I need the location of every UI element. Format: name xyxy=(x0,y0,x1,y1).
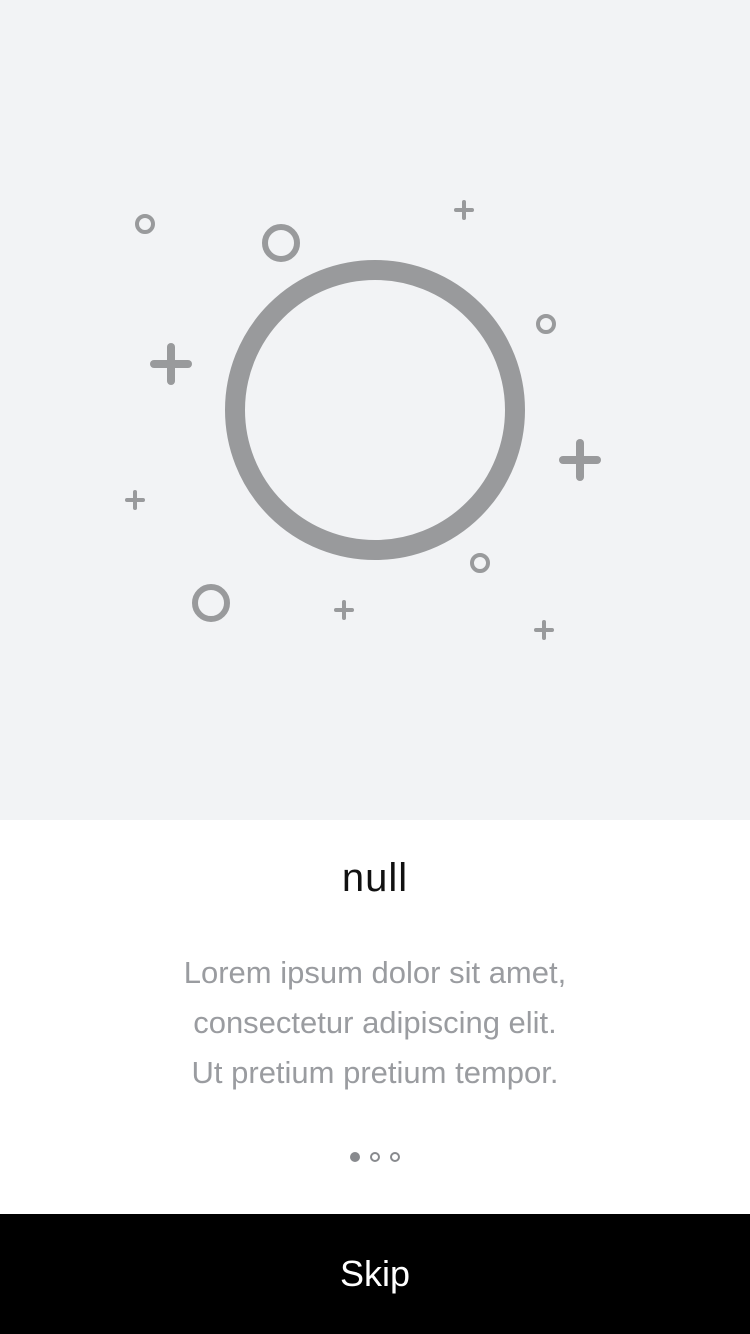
onboarding-illustration-area xyxy=(0,0,750,820)
illustration xyxy=(125,200,601,640)
plus-icon xyxy=(559,439,601,481)
plus-icon xyxy=(454,200,474,220)
page-dot-1[interactable] xyxy=(350,1152,360,1162)
small-circle-icon xyxy=(536,314,556,334)
onboarding-content: null Lorem ipsum dolor sit amet, consect… xyxy=(0,820,750,1214)
circle-icon xyxy=(225,260,525,560)
small-circle-icon xyxy=(470,553,490,573)
page-dot-2[interactable] xyxy=(370,1152,380,1162)
description-line: Lorem ipsum dolor sit amet, xyxy=(183,955,567,990)
description-line: Ut pretium pretium tempor. xyxy=(191,1055,559,1090)
small-circle-icon xyxy=(192,584,230,622)
page-title: null xyxy=(341,856,409,900)
plus-icon xyxy=(125,490,145,510)
description-line: consectetur adipiscing elit. xyxy=(193,1005,557,1040)
plus-icon xyxy=(334,600,354,620)
page-indicator xyxy=(0,1152,750,1166)
small-circle-icon xyxy=(262,224,300,262)
skip-button[interactable]: Skip xyxy=(0,1214,750,1334)
plus-icon xyxy=(150,343,192,385)
small-circle-icon xyxy=(135,214,155,234)
page-dot-3[interactable] xyxy=(390,1152,400,1162)
description: Lorem ipsum dolor sit amet, consectetur … xyxy=(75,948,675,1098)
plus-icon xyxy=(534,620,554,640)
